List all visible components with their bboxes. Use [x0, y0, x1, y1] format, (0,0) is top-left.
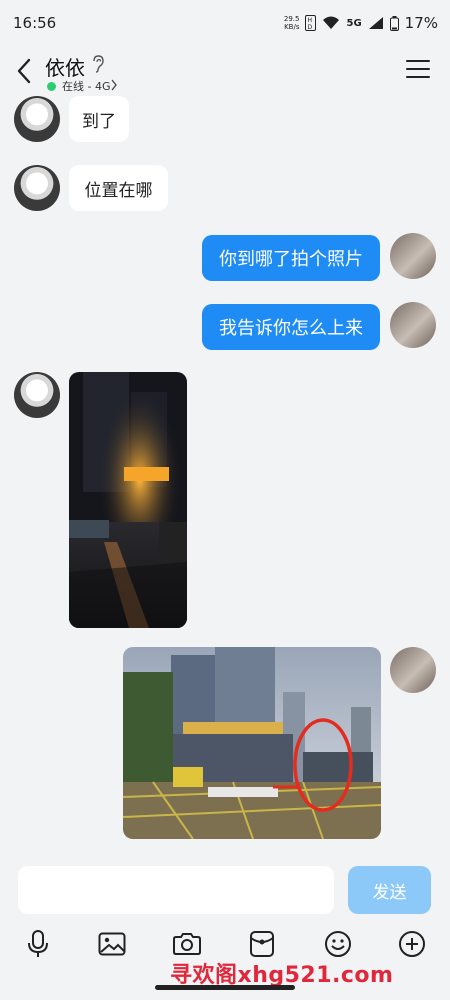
send-button[interactable]: 发送 [348, 866, 431, 914]
message-bubble-incoming[interactable]: 位置在哪 [69, 165, 168, 211]
signal-icon [368, 17, 383, 29]
hd-icon: HD [305, 15, 317, 31]
message-bubble-outgoing[interactable]: 你到哪了拍个照片 [202, 235, 380, 281]
message-bubble-incoming[interactable]: 到了 [69, 96, 129, 142]
friend-avatar[interactable] [14, 96, 60, 142]
microphone-icon[interactable] [20, 926, 56, 962]
net-speed: 29.5 KB/s [284, 15, 300, 31]
battery-level: 17% [404, 14, 438, 32]
my-avatar[interactable] [390, 233, 436, 279]
net-speed-value: 29.5 [283, 15, 300, 23]
svg-text:H: H [308, 17, 313, 24]
home-indicator[interactable] [155, 985, 295, 990]
status-icons: 29.5 KB/s HD 5G 17% [284, 12, 438, 34]
friend-avatar[interactable] [14, 165, 60, 211]
message-input[interactable] [18, 866, 334, 914]
net-speed-unit: KB/s [284, 23, 300, 31]
message-bubble-outgoing[interactable]: 我告诉你怎么上来 [202, 304, 380, 350]
menu-icon[interactable] [406, 60, 430, 80]
status-time: 16:56 [13, 14, 57, 32]
my-avatar[interactable] [390, 302, 436, 348]
online-status[interactable]: 在线 - 4G [62, 78, 111, 94]
contact-name[interactable]: 依依 [45, 52, 85, 81]
plus-icon[interactable] [394, 926, 430, 962]
building-photo[interactable] [123, 647, 381, 839]
wifi-icon [323, 16, 340, 29]
my-avatar[interactable] [390, 647, 436, 693]
back-arrow-icon[interactable] [12, 54, 38, 88]
night-street-photo[interactable] [69, 372, 187, 628]
battery-icon [389, 15, 399, 31]
chat-header: 依依 在线 - 4G [0, 46, 450, 100]
online-status-dot [47, 82, 56, 91]
chevron-right-icon[interactable] [110, 79, 118, 91]
image-icon[interactable] [94, 926, 130, 962]
friend-avatar[interactable] [14, 372, 60, 418]
svg-text:D: D [308, 24, 313, 31]
ear-icon [93, 55, 104, 73]
network-type: 5G [346, 17, 362, 29]
status-bar: 16:56 29.5 KB/s HD 5G 17% [0, 0, 450, 46]
